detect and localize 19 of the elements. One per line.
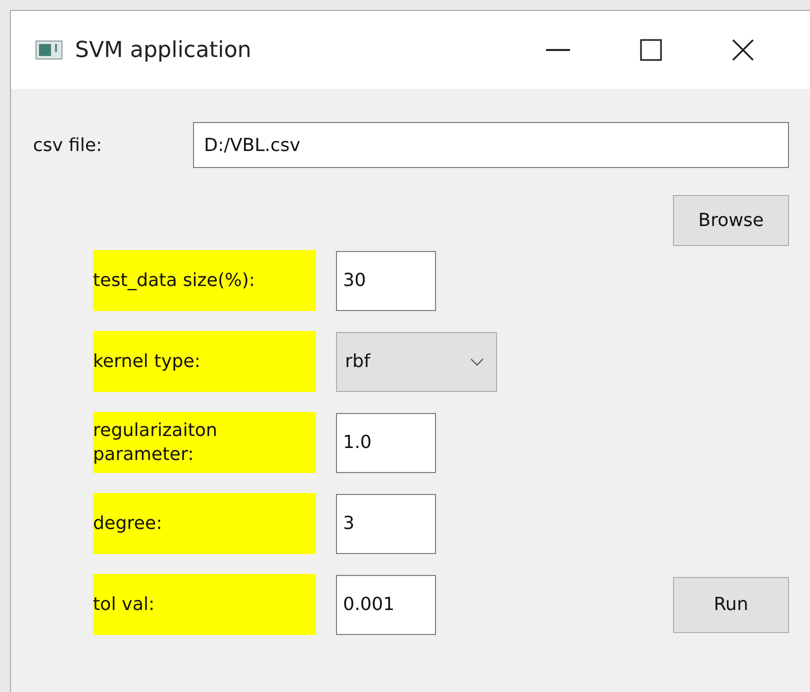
chevron-down-icon	[470, 358, 484, 366]
browse-button[interactable]: Browse	[673, 195, 789, 246]
run-button[interactable]: Run	[673, 576, 789, 632]
window-icon	[35, 40, 63, 60]
kernel-dropdown[interactable]: rbf	[336, 332, 497, 392]
csv-file-label: csv file:	[33, 134, 104, 156]
field-label: test_data size(%):	[93, 250, 316, 311]
field-label: tol val:	[93, 574, 316, 635]
csv-file-field[interactable]: D:/VBL.csv	[193, 122, 789, 168]
field-label: degree:	[93, 493, 316, 554]
window-title: SVM application	[75, 38, 252, 62]
close-icon[interactable]	[732, 39, 754, 61]
input-field[interactable]: 1.0	[336, 412, 436, 472]
maximize-icon[interactable]	[640, 39, 662, 61]
input-field[interactable]: 0.001	[336, 574, 436, 634]
input-field[interactable]: 30	[336, 250, 436, 310]
field-label: kernel type:	[93, 331, 316, 392]
input-field[interactable]: 3	[336, 494, 436, 554]
field-label: regularizaiton parameter:	[93, 412, 316, 473]
